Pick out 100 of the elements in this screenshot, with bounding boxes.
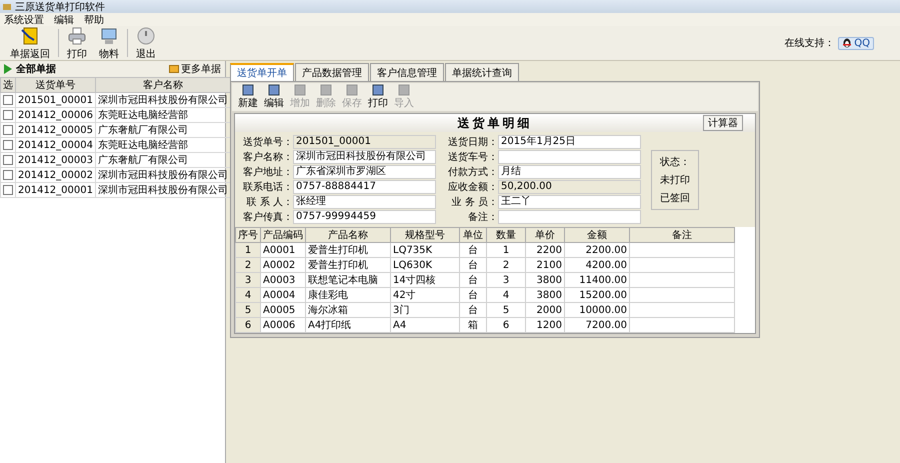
table-cell: 2000 [526, 302, 564, 318]
field-label: 客户名称： [242, 150, 293, 164]
monitor-icon [99, 26, 119, 46]
row-header: 1 [236, 242, 260, 258]
action-button[interactable]: 打印 [366, 84, 390, 110]
table-cell: 7200.00 [564, 318, 630, 332]
power-icon [136, 26, 156, 46]
action-button[interactable]: 新建 [236, 84, 260, 110]
table-cell: A0004 [260, 288, 306, 302]
qq-button[interactable]: QQ [838, 36, 874, 50]
table-cell: 201412_00004 [16, 138, 96, 152]
calculator-button[interactable]: 计算器 [703, 115, 743, 131]
input-field[interactable]: 50,200.00 [498, 180, 641, 194]
table-cell: 201412_00002 [16, 168, 96, 182]
input-field[interactable] [498, 150, 641, 164]
penguin-icon [842, 38, 852, 48]
status-text: 未打印 [660, 174, 690, 186]
toolbar-button[interactable]: 打印 [63, 26, 91, 60]
input-field[interactable] [498, 210, 641, 224]
table-cell: A4 [390, 318, 460, 332]
table-cell: 康佳彩电 [306, 288, 390, 302]
action-icon [294, 84, 306, 96]
input-field[interactable]: 深圳市冠田科技股份有限公司 [293, 150, 436, 164]
field-label: 客户传真： [242, 210, 293, 224]
table-cell: 爱普生打印机 [306, 242, 390, 258]
field-label: 应收金额： [447, 180, 498, 194]
input-field[interactable]: 0757-99994459 [293, 210, 436, 224]
action-icon [320, 84, 332, 96]
table-cell: 1 [486, 242, 526, 258]
column-header: 产品名称 [306, 228, 390, 242]
checkbox[interactable] [3, 94, 13, 105]
checkbox[interactable] [3, 140, 13, 150]
action-icon [268, 84, 280, 96]
menu-item[interactable]: 帮助 [84, 12, 104, 26]
column-header: 单位 [460, 228, 486, 242]
column-header: 选 [0, 78, 16, 92]
input-field[interactable]: 王二丫 [498, 195, 641, 209]
table-cell: 1200 [526, 318, 564, 332]
column-header: 规格型号 [390, 228, 460, 242]
table-cell: 2100 [526, 258, 564, 272]
input-field[interactable]: 0757-88884417 [293, 180, 436, 194]
table-cell: A0001 [260, 242, 306, 258]
column-header: 送货单号 [16, 78, 96, 92]
row-header: 4 [236, 288, 260, 302]
table-cell: 台 [460, 242, 486, 258]
action-button[interactable]: 编辑 [262, 84, 286, 110]
field-label: 联系电话： [242, 180, 293, 194]
input-field[interactable]: 201501_00001 [293, 135, 436, 149]
table-cell: 箱 [460, 318, 486, 332]
checkbox[interactable] [3, 170, 13, 180]
table-cell: 15200.00 [564, 288, 630, 302]
more-button[interactable]: 更多单据 [169, 62, 221, 76]
row-header: 5 [236, 302, 260, 318]
support-label: 在线支持： [784, 36, 834, 50]
table-cell: 201501_00001 [16, 92, 96, 108]
input-field[interactable]: 广东省深圳市罗湖区 [293, 165, 436, 179]
action-icon [346, 84, 358, 96]
table-cell: 11400.00 [564, 272, 630, 288]
window-title: 三原送货单打印软件 [15, 0, 105, 14]
table-cell: 5 [486, 302, 526, 318]
checkbox[interactable] [3, 124, 13, 135]
table-cell: 3800 [526, 272, 564, 288]
toolbar-button[interactable]: 物料 [95, 26, 123, 60]
toolbar-button[interactable]: 单据返回 [6, 26, 54, 60]
printer-icon [67, 26, 87, 46]
field-label: 付款方式： [447, 166, 498, 179]
table-cell: A0005 [260, 302, 306, 318]
input-field[interactable]: 月结 [498, 165, 641, 179]
table-cell: 201412_00005 [16, 122, 96, 138]
action-icon [242, 84, 254, 96]
input-field[interactable]: 张经理 [293, 195, 436, 209]
document-icon [20, 26, 40, 46]
form-title: 送货单明细 [458, 114, 532, 132]
field-label: 客户地址： [242, 166, 293, 179]
table-cell: 3 [486, 272, 526, 288]
table-cell: 3门 [390, 302, 460, 318]
checkbox[interactable] [3, 110, 13, 120]
tab[interactable]: 送货单开单 [230, 63, 294, 81]
status-title: 状态： [660, 156, 690, 168]
menu-item[interactable]: 系统设置 [4, 12, 44, 26]
table-cell: 台 [460, 302, 486, 318]
column-header: 备注 [630, 228, 734, 242]
toolbar-button[interactable]: 退出 [132, 26, 160, 60]
input-field[interactable]: 2015年1月25日 [498, 135, 641, 149]
column-header: 数量 [486, 228, 526, 242]
row-header: 3 [236, 272, 260, 288]
tab[interactable]: 产品数据管理 [295, 63, 369, 81]
table-cell: 6 [486, 318, 526, 332]
tab[interactable]: 客户信息管理 [370, 63, 444, 81]
checkbox[interactable] [3, 184, 13, 195]
table-cell: 2200.00 [564, 242, 630, 258]
table-cell: 台 [460, 258, 486, 272]
folder-icon [169, 64, 179, 74]
tab[interactable]: 单据统计查询 [445, 63, 519, 81]
field-label: 联 系 人： [246, 196, 293, 209]
play-icon [4, 64, 12, 74]
field-label: 业 务 员： [450, 196, 498, 209]
checkbox[interactable] [3, 154, 13, 165]
action-icon [372, 84, 384, 96]
menu-item[interactable]: 编辑 [54, 12, 74, 26]
